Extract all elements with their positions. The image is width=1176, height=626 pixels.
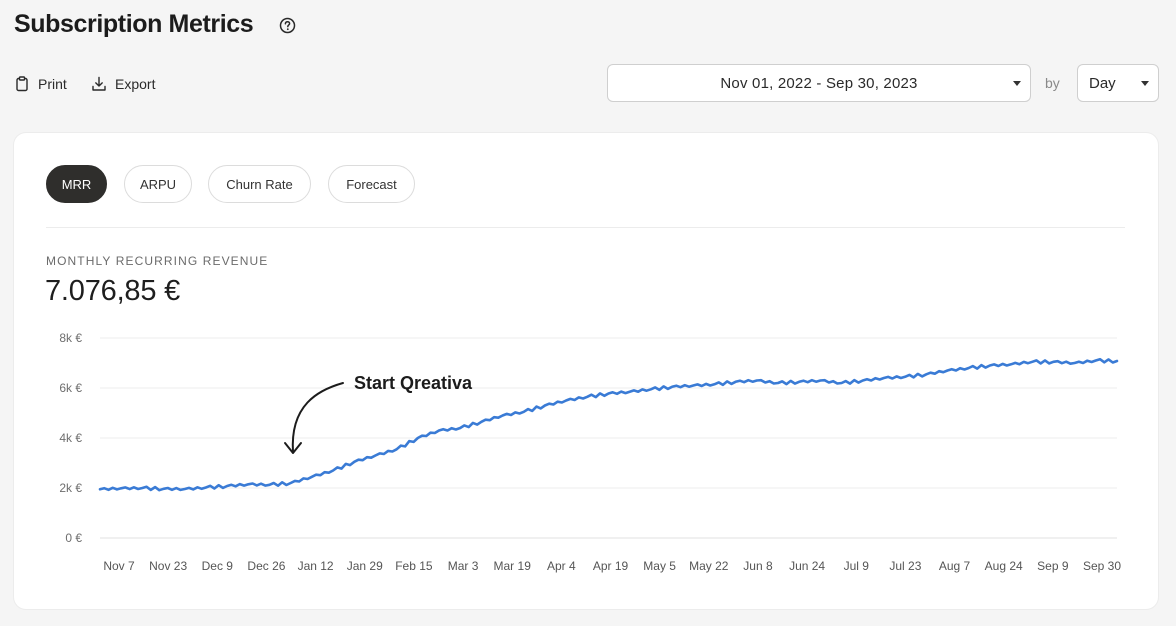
x-tick-label: Mar 19: [494, 559, 532, 573]
x-tick-label: May 5: [643, 559, 676, 573]
x-tick-label: Apr 19: [593, 559, 629, 573]
x-tick-label: Nov 7: [103, 559, 135, 573]
x-tick-label: Dec 9: [202, 559, 234, 573]
y-tick-label: 4k €: [59, 431, 82, 445]
mrr-series-line: [98, 357, 1119, 492]
x-tick-label: Aug 24: [985, 559, 1023, 573]
x-tick-label: Feb 15: [395, 559, 433, 573]
x-tick-label: Sep 9: [1037, 559, 1069, 573]
y-tick-label: 8k €: [59, 331, 82, 345]
x-tick-label: Apr 4: [547, 559, 576, 573]
x-tick-label: Jul 23: [889, 559, 921, 573]
x-tick-label: Jul 9: [844, 559, 870, 573]
x-tick-label: Mar 3: [448, 559, 479, 573]
x-tick-label: Jun 8: [743, 559, 773, 573]
x-tick-label: Nov 23: [149, 559, 187, 573]
x-tick-label: Dec 26: [247, 559, 285, 573]
y-tick-label: 0 €: [65, 531, 82, 545]
annotation-arrow-icon: [291, 382, 344, 453]
mrr-line-chart: 0 € 2k € 4k € 6k € 8k € Nov 7 Nov 23 Dec 9 Dec 2…: [59, 331, 1121, 573]
annotation-label: Start Qreativa: [354, 373, 473, 393]
y-tick-label: 2k €: [59, 481, 82, 495]
x-tick-label: May 22: [689, 559, 729, 573]
x-tick-label: Sep 30: [1083, 559, 1121, 573]
x-tick-label: Jun 24: [789, 559, 825, 573]
x-tick-label: Jan 29: [347, 559, 383, 573]
x-tick-label: Aug 7: [939, 559, 971, 573]
y-tick-label: 6k €: [59, 381, 82, 395]
x-tick-label: Jan 12: [298, 559, 334, 573]
